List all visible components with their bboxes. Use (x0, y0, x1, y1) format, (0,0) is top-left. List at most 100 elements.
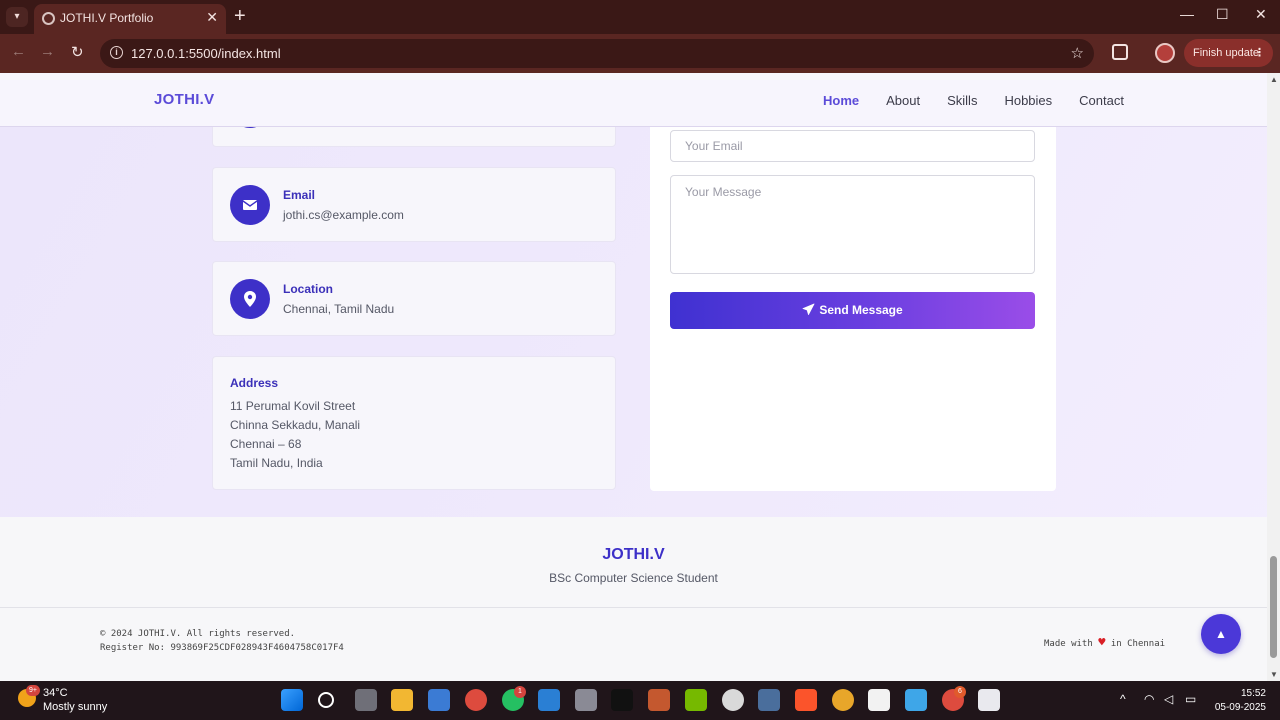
contact-form: Your Email Your Message Send Message (650, 103, 1056, 491)
capcut-icon[interactable] (868, 689, 890, 711)
map-pin-icon (230, 279, 270, 319)
vscode-icon[interactable] (538, 689, 560, 711)
volume-icon[interactable]: ◁ (1164, 692, 1173, 706)
bookmark-star-icon[interactable]: ☆ (1071, 44, 1084, 62)
chrome-profile-icon[interactable] (465, 689, 487, 711)
address-block: 11 Perumal Kovil Street Chinna Sekkadu, … (230, 397, 360, 473)
extensions-icon[interactable] (1112, 44, 1128, 60)
game-icon[interactable] (648, 689, 670, 711)
email-label: Email (283, 188, 316, 202)
page-scrollbar[interactable]: ▲ ▼ (1267, 73, 1280, 681)
address-line: Chinna Sekkadu, Manali (230, 418, 361, 432)
address-bar[interactable]: i 127.0.0.1:5500/index.html ☆ (100, 39, 1094, 68)
task-view-icon[interactable] (355, 689, 377, 711)
nav-links: Home About Skills Hobbies Contact (823, 93, 1124, 108)
chrome-badge: 6 (954, 686, 966, 698)
chrome-icon[interactable] (832, 689, 854, 711)
weather-condition[interactable]: Mostly sunny (43, 701, 107, 713)
address-card: Address 11 Perumal Kovil Street Chinna S… (212, 356, 616, 490)
paper-plane-icon (802, 303, 815, 315)
send-message-button[interactable]: Send Message (670, 292, 1035, 329)
address-line: 11 Perumal Kovil Street (230, 399, 356, 413)
finish-update-label: Finish update (1193, 47, 1260, 59)
page-viewport: JOTHI.V Home About Skills Hobbies Contac… (0, 73, 1267, 681)
windows-taskbar: 9+ 34°C Mostly sunny 1 6 ^ ◠ ◁ ▭ 15:52 0… (0, 681, 1280, 720)
globe-icon (42, 12, 55, 25)
scrollbar-thumb[interactable] (1270, 556, 1277, 658)
heart-icon: ♥ (1098, 635, 1106, 649)
footer-top: JOTHI.V BSc Computer Science Student (0, 517, 1267, 607)
browser-tab[interactable]: JOTHI.V Portfolio ✕ (34, 4, 226, 34)
location-label: Location (283, 282, 333, 296)
scroll-up-arrow[interactable]: ▲ (1270, 75, 1278, 84)
battery-icon[interactable]: ▭ (1185, 692, 1196, 706)
profile-avatar[interactable] (1155, 43, 1175, 63)
nvidia-icon[interactable] (685, 689, 707, 711)
chevron-up-icon[interactable]: ^ (1120, 692, 1126, 706)
made-with-text: Made with ♥ in Chennai (1044, 635, 1165, 649)
email-card: Email jothi.cs@example.com (212, 167, 616, 242)
chevron-up-icon: ▲ (1215, 627, 1227, 641)
address-label: Address (230, 376, 279, 390)
search-icon[interactable] (318, 692, 334, 708)
more-menu-icon: ⋮ (1254, 47, 1265, 59)
forward-button[interactable]: → (40, 43, 55, 60)
back-button[interactable]: ← (11, 43, 26, 60)
maximize-button[interactable]: ☐ (1216, 6, 1229, 23)
email-value[interactable]: jothi.cs@example.com (283, 208, 404, 222)
new-tab-button[interactable]: + (234, 5, 246, 28)
copyright-text: © 2024 JOTHI.V. All rights reserved. (100, 629, 296, 639)
system-clock[interactable]: 15:52 05-09-2025 (1212, 687, 1266, 715)
tab-search-button[interactable]: ▾ (6, 7, 28, 27)
url-text: 127.0.0.1:5500/index.html (131, 46, 281, 61)
nav-contact[interactable]: Contact (1079, 93, 1124, 108)
windows-start-icon[interactable] (281, 689, 303, 711)
made-with-suffix: in Chennai (1110, 639, 1166, 649)
address-line: Chennai – 68 (230, 437, 302, 451)
location-value: Chennai, Tamil Nadu (283, 302, 395, 316)
site-navbar: JOTHI.V Home About Skills Hobbies Contac… (0, 73, 1267, 127)
whatsapp-badge: 1 (514, 686, 526, 698)
message-textarea[interactable]: Your Message (670, 175, 1035, 274)
close-window-button[interactable]: ✕ (1255, 6, 1267, 23)
send-message-label: Send Message (819, 303, 903, 317)
browser-tab-strip: ▾ JOTHI.V Portfolio ✕ + — ☐ ✕ (0, 0, 1280, 34)
nav-skills[interactable]: Skills (947, 93, 977, 108)
minimize-button[interactable]: — (1180, 6, 1194, 22)
settings-gear-icon[interactable] (758, 689, 780, 711)
finish-update-button[interactable]: Finish update ⋮ (1184, 39, 1273, 67)
wifi-icon[interactable]: ◠ (1144, 692, 1154, 706)
clock-time: 15:52 (1240, 688, 1266, 699)
footer-bottom: © 2024 JOTHI.V. All rights reserved. Reg… (0, 607, 1267, 681)
reload-button[interactable]: ↻ (71, 43, 84, 61)
footer-brand: JOTHI.V (602, 546, 665, 563)
scroll-down-arrow[interactable]: ▼ (1270, 670, 1278, 679)
tab-title: JOTHI.V Portfolio (60, 11, 154, 25)
address-line: Tamil Nadu, India (230, 456, 323, 470)
nav-hobbies[interactable]: Hobbies (1004, 93, 1052, 108)
close-tab-icon[interactable]: ✕ (206, 9, 218, 26)
site-info-icon[interactable]: i (110, 46, 123, 59)
scroll-to-top-button[interactable]: ▲ (1201, 614, 1241, 654)
snipping-tool-icon[interactable] (978, 689, 1000, 711)
location-card: Location Chennai, Tamil Nadu (212, 261, 616, 336)
clock-date: 05-09-2025 (1214, 702, 1266, 713)
site-brand[interactable]: JOTHI.V (154, 91, 214, 108)
notepad-icon[interactable] (905, 689, 927, 711)
footer-tagline: BSc Computer Science Student (549, 571, 718, 585)
nav-home[interactable]: Home (823, 93, 859, 108)
browser-toolbar: ← → ↻ i 127.0.0.1:5500/index.html ☆ Fini… (0, 34, 1280, 73)
microsoft-store-icon[interactable] (428, 689, 450, 711)
file-explorer-icon[interactable] (391, 689, 413, 711)
game-icon[interactable] (611, 689, 633, 711)
weather-temperature[interactable]: 34°C (43, 687, 68, 699)
weather-badge: 9+ (26, 685, 40, 696)
email-input[interactable]: Your Email (670, 130, 1035, 162)
made-with-prefix: Made with (1044, 639, 1093, 649)
clock-app-icon[interactable] (722, 689, 744, 711)
app-icon[interactable] (575, 689, 597, 711)
brave-browser-icon[interactable] (795, 689, 817, 711)
envelope-icon (230, 185, 270, 225)
register-number: Register No: 993869F25CDF028943F4604758C… (100, 643, 344, 653)
nav-about[interactable]: About (886, 93, 920, 108)
